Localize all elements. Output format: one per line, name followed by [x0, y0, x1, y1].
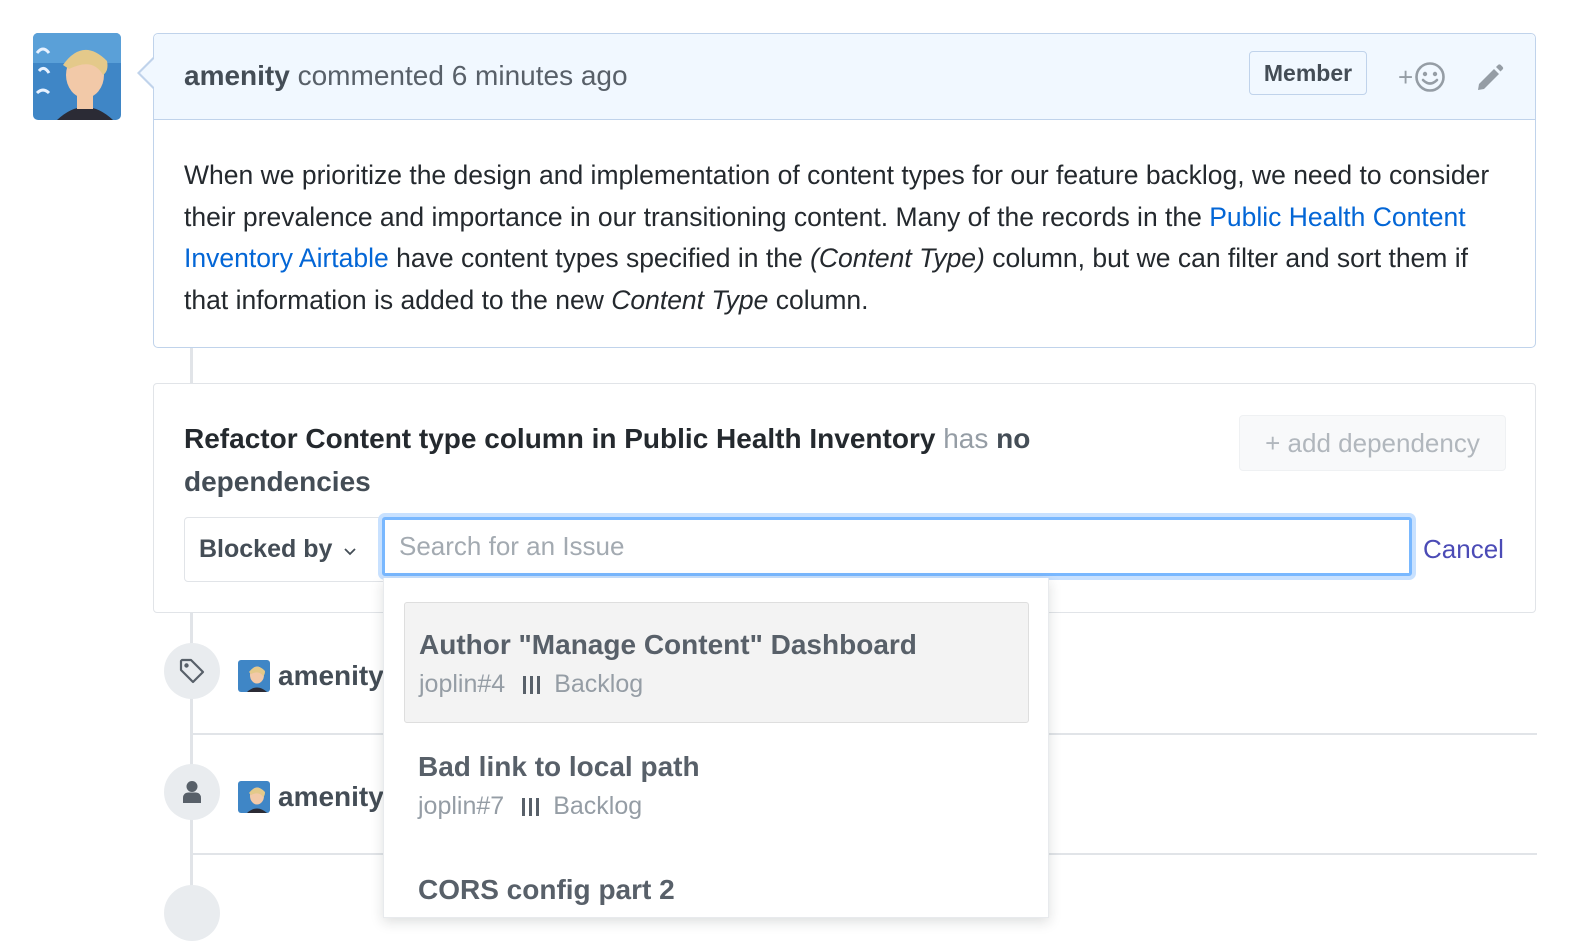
avatar[interactable]: [238, 781, 270, 813]
person-icon: [183, 781, 201, 803]
plus-label: +: [1398, 61, 1414, 92]
issue-search-box[interactable]: [382, 517, 1412, 576]
event-user-name[interactable]: amenity: [278, 781, 384, 813]
search-result-item[interactable]: Bad link to local path joplin#7 Backlog: [404, 725, 1029, 846]
timeline-event: [164, 885, 220, 941]
member-badge: Member: [1249, 51, 1367, 95]
result-title: Author "Manage Content" Dashboard: [419, 629, 917, 660]
avatar[interactable]: [33, 33, 121, 120]
has-label: has: [943, 423, 989, 454]
timeline-event-user: amenity: [238, 781, 384, 813]
issue-comment: amenity commented 6 minutes ago Member +…: [153, 33, 1536, 348]
add-reaction-button[interactable]: +: [1398, 59, 1454, 95]
avatar[interactable]: [238, 660, 270, 692]
timeline-event-assign: [164, 764, 220, 820]
result-title: CORS config part 2: [418, 874, 675, 905]
result-meta: joplin#7 Backlog: [418, 792, 642, 821]
edit-comment-button[interactable]: [1473, 60, 1507, 94]
result-ref: joplin#7: [418, 792, 505, 820]
search-result-item[interactable]: CORS config part 2: [404, 848, 1029, 917]
add-dependency-button[interactable]: + add dependency: [1239, 415, 1506, 471]
chevron-down-icon: [344, 543, 357, 559]
comment-time[interactable]: 6 minutes ago: [452, 60, 628, 91]
result-title: Bad link to local path: [418, 751, 700, 782]
pencil-icon: [1478, 64, 1504, 90]
dependencies-title: Refactor Content type column in Public H…: [184, 417, 1124, 503]
body-text: have content types specified in the: [388, 243, 811, 273]
cancel-button[interactable]: Cancel: [1423, 534, 1504, 565]
comment-arrow-fill: [140, 59, 154, 87]
comment-action: commented: [297, 60, 444, 91]
result-column: Backlog: [554, 670, 644, 698]
tag-icon: [179, 658, 205, 684]
project-column-icon: [522, 797, 540, 816]
timeline-event-label: [164, 643, 220, 699]
timeline-event-user: amenity: [238, 660, 384, 692]
comment-meta: amenity commented 6 minutes ago: [184, 60, 628, 92]
result-column: Backlog: [553, 792, 643, 820]
issue-search-input[interactable]: [385, 520, 1409, 573]
result-ref: joplin#4: [419, 670, 506, 698]
body-text: column.: [768, 284, 869, 315]
relation-select[interactable]: Blocked by: [184, 517, 384, 582]
event-user-name[interactable]: amenity: [278, 660, 384, 692]
body-emphasis: (Content Type): [810, 243, 985, 273]
result-meta: joplin#4 Backlog: [419, 670, 643, 699]
issue-title: Refactor Content type column in Public H…: [184, 423, 936, 454]
timeline-line: [190, 348, 193, 383]
comment-body: When we prioritize the design and implem…: [184, 155, 1514, 321]
project-column-icon: [523, 675, 541, 694]
smiley-icon: [1415, 62, 1445, 92]
issue-search-results: Author "Manage Content" Dashboard joplin…: [383, 578, 1049, 918]
relation-select-label: Blocked by: [199, 535, 333, 563]
comment-header: amenity commented 6 minutes ago Member +: [154, 34, 1535, 120]
search-result-item[interactable]: Author "Manage Content" Dashboard joplin…: [404, 602, 1029, 723]
comment-author[interactable]: amenity: [184, 60, 290, 91]
body-emphasis: Content Type: [611, 284, 769, 315]
